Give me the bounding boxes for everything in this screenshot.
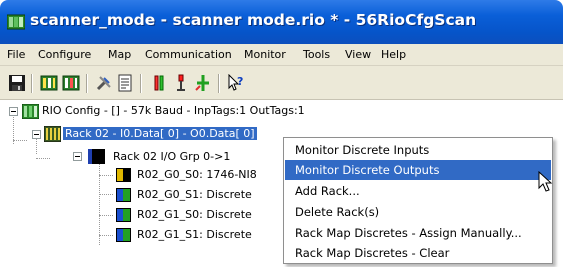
toolbar-separator — [140, 74, 142, 93]
toolbar-separator — [218, 74, 220, 93]
module-discrete-icon — [116, 228, 131, 242]
monitor-outputs-icon[interactable] — [172, 74, 190, 92]
menu-item-rack-map-assign-manually[interactable]: Rack Map Discretes - Assign Manually... — [285, 223, 551, 243]
menu-view[interactable]: View — [345, 48, 371, 61]
tree-slot-label[interactable]: R02_G0_S1: Discrete — [137, 188, 252, 201]
collapse-group-toggle[interactable] — [73, 152, 82, 161]
tree-connector — [13, 140, 27, 141]
rack-icon — [44, 126, 61, 142]
menu-item-add-rack[interactable]: Add Rack... — [285, 181, 551, 201]
menu-tools[interactable]: Tools — [303, 48, 330, 61]
io-group-icon — [88, 149, 105, 164]
tree-connector — [99, 235, 113, 236]
module-discrete-icon — [116, 208, 131, 222]
menu-item-monitor-discrete-inputs[interactable]: Monitor Discrete Inputs — [285, 140, 551, 160]
tree-connector — [99, 215, 113, 216]
rio-network-icon — [22, 104, 39, 119]
menu-monitor[interactable]: Monitor — [244, 48, 286, 61]
module-color-swatch — [123, 209, 130, 221]
module-color-swatch — [123, 229, 130, 241]
io-map-icon[interactable] — [194, 74, 212, 92]
collapse-rack-toggle[interactable] — [32, 130, 41, 139]
menu-file[interactable]: File — [7, 48, 25, 61]
title-bar[interactable]: scanner_mode - scanner mode.rio * - 56Ri… — [0, 0, 563, 44]
tree-slot-label[interactable]: R02_G1_S0: Discrete — [137, 208, 252, 221]
tree-group-label[interactable]: Rack 02 I/O Grp 0->1 — [113, 150, 230, 163]
collapse-root-toggle[interactable] — [9, 107, 18, 116]
tree-connector — [99, 194, 113, 195]
tree-rack-label[interactable]: Rack 02 - I0.Data[ 0] - O0.Data[ 0] — [63, 127, 257, 140]
menu-configure[interactable]: Configure — [38, 48, 91, 61]
tree-connector — [36, 158, 50, 159]
save-icon[interactable] — [8, 74, 26, 92]
module-analog-icon — [116, 168, 131, 182]
tools-icon[interactable] — [95, 74, 113, 92]
app-icon — [7, 14, 25, 30]
module-color-swatch — [117, 169, 123, 181]
rack-config-icon[interactable] — [40, 74, 58, 92]
menu-bar: File Configure Map Communication Monitor… — [0, 44, 563, 66]
window-title: scanner_mode - scanner mode.rio * - 56Ri… — [30, 11, 477, 29]
tree-connector — [99, 175, 113, 176]
context-help-icon[interactable]: ? — [227, 74, 245, 92]
menu-map[interactable]: Map — [108, 48, 131, 61]
menu-help[interactable]: Help — [381, 48, 406, 61]
tree-root-label[interactable]: RIO Config - [] - 57k Baud - InpTags:1 O… — [42, 104, 305, 117]
tree-slot-label[interactable]: R02_G1_S1: Discrete — [137, 228, 252, 241]
report-icon[interactable] — [116, 74, 134, 92]
app-window: scanner_mode - scanner mode.rio * - 56Ri… — [0, 0, 563, 267]
svg-text:?: ? — [237, 75, 243, 88]
module-discrete-icon — [116, 188, 131, 202]
toolbar: ? — [0, 66, 563, 100]
menu-item-monitor-discrete-outputs[interactable]: Monitor Discrete Outputs — [285, 160, 551, 180]
rack-map-icon[interactable] — [62, 74, 80, 92]
mouse-pointer-icon — [538, 171, 553, 192]
rack-context-menu: Monitor Discrete Inputs Monitor Discrete… — [283, 137, 553, 264]
toolbar-separator — [31, 74, 33, 93]
tree-slot-label[interactable]: R02_G0_S0: 1746-NI8 — [137, 168, 257, 181]
menu-item-delete-racks[interactable]: Delete Rack(s) — [285, 202, 551, 222]
monitor-inputs-icon[interactable] — [150, 74, 168, 92]
toolbar-separator — [86, 74, 88, 93]
menu-communication[interactable]: Communication — [145, 48, 232, 61]
module-color-swatch — [123, 189, 130, 201]
menu-item-rack-map-clear[interactable]: Rack Map Discretes - Clear — [285, 243, 551, 263]
